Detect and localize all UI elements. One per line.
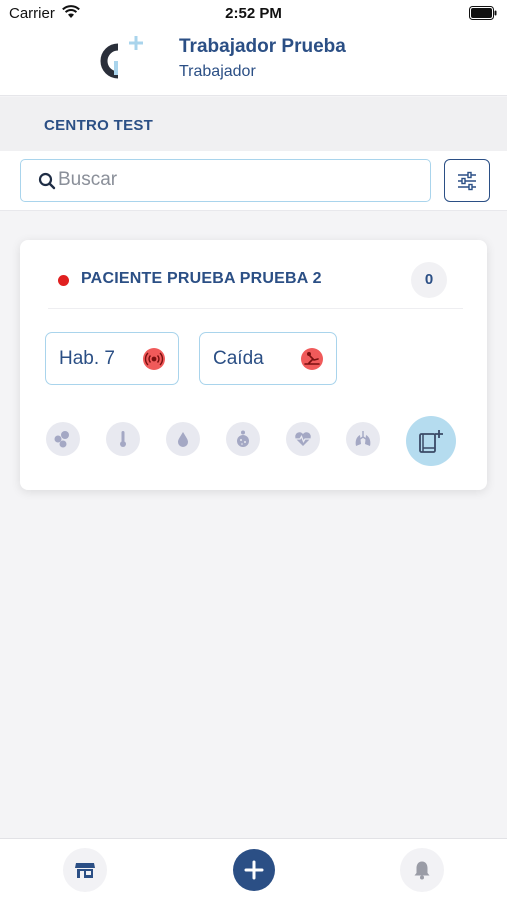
- lungs-icon[interactable]: [346, 422, 380, 456]
- user-name: Trabajador Prueba: [179, 36, 346, 57]
- heart-rate-icon[interactable]: [286, 422, 320, 456]
- app-logo: [100, 36, 143, 79]
- card-divider: [48, 308, 463, 309]
- sliders-icon: [458, 171, 476, 191]
- fall-chip-label: Caída: [213, 348, 264, 369]
- fall-chip[interactable]: Caída: [199, 332, 337, 385]
- add-icon: [244, 860, 264, 880]
- patient-name: PACIENTE PRUEBA PRUEBA 2: [81, 270, 322, 287]
- nav-add-button[interactable]: [233, 849, 275, 891]
- room-chip-label: Hab. 7: [59, 348, 115, 369]
- user-role: Trabajador: [179, 63, 256, 80]
- search-input[interactable]: [58, 165, 418, 195]
- glucose-icon[interactable]: [226, 422, 260, 456]
- center-title: CENTRO TEST: [44, 117, 154, 134]
- store-icon: [75, 863, 95, 878]
- room-chip[interactable]: Hab. 7: [45, 332, 179, 385]
- nav-store-button[interactable]: [63, 848, 107, 892]
- add-record-icon: [419, 430, 443, 453]
- bottom-nav: [0, 838, 507, 900]
- search-icon: [38, 172, 56, 190]
- status-time: 2:52 PM: [225, 5, 282, 22]
- status-bar: Carrier 2:52 PM: [0, 0, 507, 28]
- nav-notifications-button[interactable]: [400, 848, 444, 892]
- patient-card[interactable]: PACIENTE PRUEBA PRUEBA 2 0 Hab. 7 Caída: [20, 240, 487, 490]
- add-record-button[interactable]: [406, 416, 456, 466]
- fall-icon: [301, 348, 323, 370]
- count-badge: 0: [411, 262, 447, 298]
- battery-icon: [469, 6, 497, 20]
- thermometer-icon[interactable]: [106, 422, 140, 456]
- bell-icon: [414, 861, 430, 880]
- filter-button[interactable]: [444, 159, 490, 202]
- search-box[interactable]: [20, 159, 431, 202]
- alarm-signal-icon: [143, 348, 165, 370]
- patient-status-dot: [58, 275, 69, 286]
- cells-icon[interactable]: [46, 422, 80, 456]
- search-row: [0, 151, 507, 211]
- center-bar: CENTRO TEST: [0, 97, 507, 151]
- drop-icon[interactable]: [166, 422, 200, 456]
- app-header: Trabajador Prueba Trabajador: [0, 28, 507, 96]
